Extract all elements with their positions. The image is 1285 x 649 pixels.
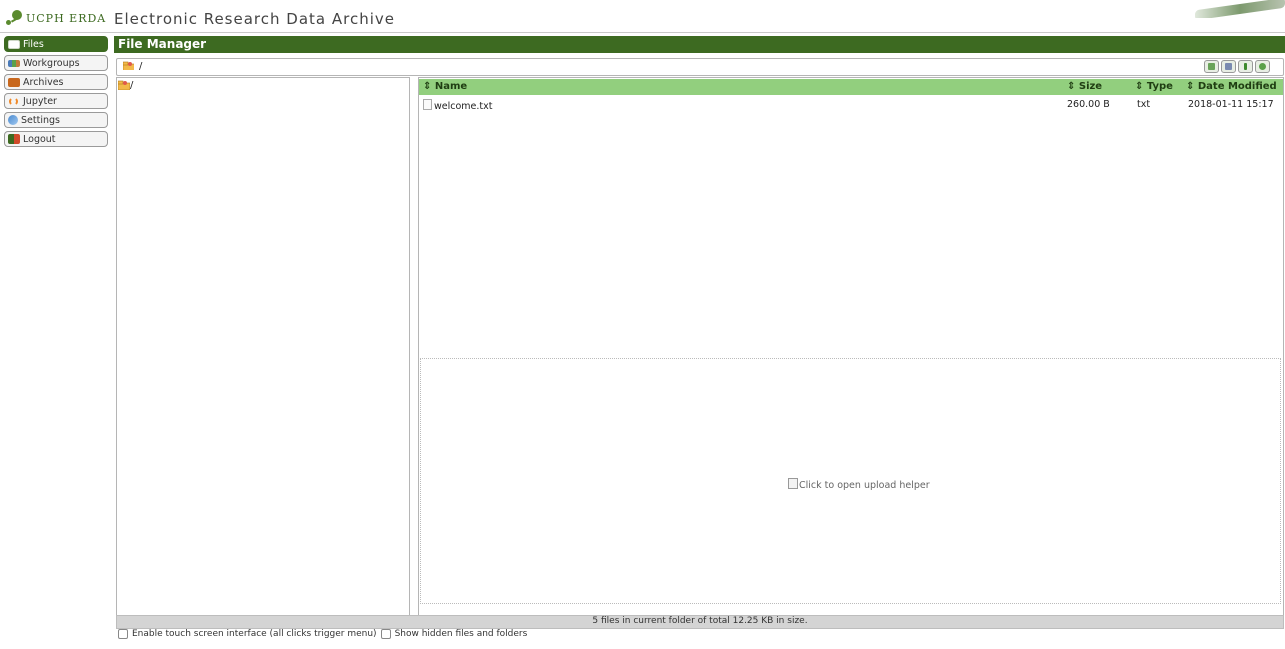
sidebar: Files Workgroups Archives Jupyter Settin… — [4, 36, 108, 150]
sidebar-item-settings[interactable]: Settings — [4, 112, 108, 128]
file-list-pane: ⇕ Name ⇕ Size ⇕ Type ⇕ Date Modified wel… — [418, 77, 1284, 616]
logo-text: UCPH ERDA — [26, 11, 107, 25]
file-date-modified: 2018-01-11 15:17 — [1188, 99, 1274, 110]
workgroups-icon — [8, 59, 20, 67]
page-title: File Manager — [118, 37, 207, 51]
show-hidden-checkbox[interactable] — [380, 629, 391, 639]
file-size: 260.00 B — [1067, 99, 1110, 110]
sidebar-item-label: Logout — [23, 133, 56, 145]
sidebar-item-label: Settings — [21, 114, 60, 126]
ucph-erda-logo[interactable]: UCPH ERDA — [6, 8, 106, 28]
logout-icon — [8, 134, 20, 144]
files-icon — [8, 39, 20, 49]
sidebar-item-label: Files — [23, 38, 44, 50]
column-header-size[interactable]: ⇕ Size — [1067, 81, 1102, 92]
column-header-name[interactable]: ⇕ Name — [423, 81, 467, 92]
home-folder-icon[interactable] — [118, 80, 130, 90]
refresh-button[interactable] — [1255, 60, 1270, 73]
upload-helper-link[interactable]: Click to open upload helper — [788, 478, 930, 491]
folder-plus-icon — [1208, 63, 1215, 70]
logo-icon — [6, 9, 24, 27]
app-title: Electronic Research Data Archive — [114, 10, 395, 28]
wrench-icon — [8, 115, 18, 125]
upload-arrow-icon — [1244, 63, 1247, 70]
sidebar-item-logout[interactable]: Logout — [4, 131, 108, 147]
sidebar-item-workgroups[interactable]: Workgroups — [4, 55, 108, 71]
upload-drop-area[interactable]: Click to open upload helper — [420, 358, 1281, 604]
upload-button[interactable] — [1238, 60, 1253, 73]
status-text: 5 files in current folder of total 12.25… — [592, 616, 808, 626]
sidebar-item-label: Workgroups — [23, 57, 80, 69]
tree-root-folder[interactable]: / — [130, 80, 133, 91]
path-bar: / — [116, 58, 1284, 76]
page-header: UCPH ERDA Electronic Research Data Archi… — [0, 0, 1285, 33]
file-table-header: ⇕ Name ⇕ Size ⇕ Type ⇕ Date Modified — [419, 79, 1283, 95]
sidebar-item-files[interactable]: Files — [4, 36, 108, 52]
touch-interface-checkbox[interactable] — [118, 629, 128, 639]
sidebar-item-archives[interactable]: Archives — [4, 74, 108, 90]
sidebar-item-jupyter[interactable]: Jupyter — [4, 93, 108, 109]
status-bar: 5 files in current folder of total 12.25… — [116, 615, 1284, 629]
file-icon — [1225, 63, 1232, 70]
upload-helper-label: Click to open upload helper — [799, 480, 930, 491]
refresh-icon — [1259, 63, 1266, 70]
header-banner-image — [1185, 0, 1285, 18]
file-type: txt — [1137, 99, 1151, 110]
sidebar-item-label: Jupyter — [23, 95, 57, 107]
touch-interface-label: Enable touch screen interface (all click… — [132, 629, 377, 639]
new-folder-button[interactable] — [1204, 60, 1219, 73]
upload-file-icon — [788, 478, 798, 489]
jupyter-icon — [9, 96, 18, 106]
archives-icon — [8, 77, 20, 87]
column-header-date-modified[interactable]: ⇕ Date Modified — [1186, 81, 1277, 92]
view-options: Enable touch screen interface (all click… — [118, 629, 531, 639]
home-folder-icon[interactable] — [123, 61, 134, 70]
show-hidden-label: Show hidden files and folders — [394, 629, 528, 639]
file-name[interactable]: welcome.txt — [434, 101, 492, 112]
text-file-icon — [423, 99, 432, 110]
folder-tree-pane: / — [116, 77, 410, 616]
column-header-type[interactable]: ⇕ Type — [1135, 81, 1173, 92]
sidebar-item-label: Archives — [23, 76, 64, 88]
current-path[interactable]: / — [139, 61, 142, 72]
file-manager-title-bar: File Manager — [114, 36, 1285, 53]
new-file-button[interactable] — [1221, 60, 1236, 73]
table-row[interactable]: welcome.txt 260.00 B txt 2018-01-11 15:1… — [419, 97, 1283, 112]
